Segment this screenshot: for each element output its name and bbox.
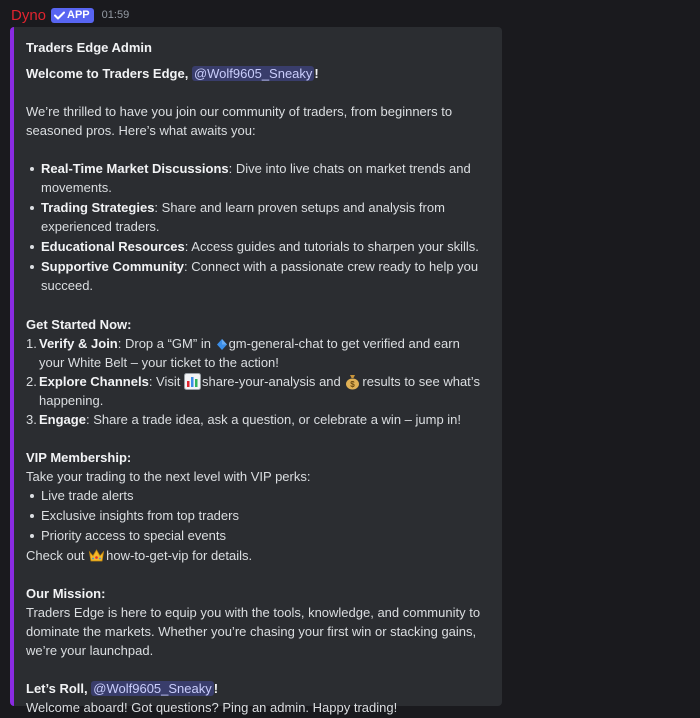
features-list: Real-Time Market Discussions: Dive into …: [26, 159, 488, 295]
step-text: : Drop a “GM” in: [117, 336, 211, 351]
message-timestamp[interactable]: 01:59: [102, 9, 130, 21]
intro-text: We’re thrilled to have you join our comm…: [26, 104, 453, 138]
feature-title: Real-Time Market Discussions: [41, 161, 229, 176]
vip-check-line: Check out how-to-get-vip for details.: [26, 546, 488, 565]
closing-line: Let’s Roll, @Wolf9605_Sneaky!: [26, 679, 488, 698]
vip-perks-list: Live trade alerts Exclusive insights fro…: [26, 486, 488, 545]
channel-link-share-your-analysis[interactable]: share-your-analysis: [184, 373, 316, 390]
user-mention[interactable]: @Wolf9605_Sneaky: [191, 66, 315, 81]
list-item: Priority access to special events: [26, 526, 488, 545]
welcome-suffix: !: [314, 66, 319, 81]
channel-name: share-your-analysis: [202, 374, 316, 389]
list-item: 3. Engage: Share a trade idea, ask a que…: [26, 410, 488, 429]
crown-emoji-icon: [89, 549, 105, 562]
app-badge-label: APP: [67, 9, 90, 21]
chart-emoji-icon: [184, 373, 201, 390]
closing-suffix: !: [213, 681, 219, 696]
channel-name: how-to-get-vip: [106, 548, 189, 563]
closing-prefix: Let’s Roll,: [26, 681, 88, 696]
embed-author: Traders Edge Admin: [26, 40, 152, 55]
feature-title: Trading Strategies: [41, 200, 155, 215]
step-number: 2.: [26, 374, 37, 389]
list-item: Educational Resources: Access guides and…: [26, 237, 488, 256]
verified-check-icon: [54, 11, 66, 19]
diamond-icon: [216, 339, 227, 350]
svg-text:$: $: [351, 380, 356, 389]
feature-title: Educational Resources: [41, 239, 185, 254]
list-item: 1. Verify & Join: Drop a “GM” in gm-gene…: [26, 334, 488, 372]
list-item: Live trade alerts: [26, 486, 488, 505]
channel-name: gm-general-chat: [228, 336, 324, 351]
closing-text: Welcome aboard! Got questions? Ping an a…: [26, 700, 398, 715]
step-title: Engage: [39, 412, 86, 427]
author-username[interactable]: Dyno: [11, 7, 46, 24]
step-number: 3.: [26, 412, 37, 427]
step-text: : Share a trade idea, ask a question, or…: [85, 412, 462, 427]
app-badge: APP: [51, 7, 94, 23]
feature-text: : Access guides and tutorials to sharpen…: [184, 239, 479, 254]
welcome-embed: Traders Edge Admin Welcome to Traders Ed…: [10, 27, 502, 715]
steps-list: 1. Verify & Join: Drop a “GM” in gm-gene…: [26, 334, 488, 429]
mission-text: Traders Edge is here to equip you with t…: [26, 605, 481, 658]
get-started-heading: Get Started Now:: [26, 315, 488, 334]
channel-name: results: [362, 374, 401, 389]
vip-check-prefix: Check out: [26, 548, 85, 563]
list-item: Trading Strategies: Share and learn prov…: [26, 198, 488, 236]
channel-link-how-to-get-vip[interactable]: how-to-get-vip: [88, 548, 189, 563]
feature-title: Supportive Community: [41, 259, 185, 274]
user-mention[interactable]: @Wolf9605_Sneaky: [91, 681, 214, 696]
mission-heading: Our Mission:: [26, 584, 488, 603]
vip-check-suffix: for details.: [192, 548, 253, 563]
message-header: Dyno APP 01:59: [11, 6, 129, 24]
welcome-line: Welcome to Traders Edge, @Wolf9605_Sneak…: [26, 64, 488, 83]
welcome-prefix: Welcome to Traders Edge,: [26, 66, 189, 81]
step-title: Verify & Join: [39, 336, 118, 351]
list-item: Real-Time Market Discussions: Dive into …: [26, 159, 488, 197]
vip-intro: Take your trading to the next level with…: [26, 469, 311, 484]
list-item: Exclusive insights from top traders: [26, 506, 488, 525]
step-text: : Visit: [148, 374, 181, 389]
step-number: 1.: [26, 336, 37, 351]
step-text: and: [319, 374, 341, 389]
embed-description: Welcome to Traders Edge, @Wolf9605_Sneak…: [26, 64, 488, 717]
mission-heading-text: Our Mission:: [26, 586, 106, 601]
vip-heading: VIP Membership:: [26, 448, 488, 467]
vip-heading-text: VIP Membership:: [26, 450, 132, 465]
channel-link-results[interactable]: $ results: [344, 374, 401, 390]
step-title: Explore Channels: [39, 374, 149, 389]
list-item: Supportive Community: Connect with a pas…: [26, 257, 488, 295]
get-started-heading-text: Get Started Now:: [26, 317, 132, 332]
channel-link-gm-general-chat[interactable]: gm-general-chat: [215, 336, 324, 351]
list-item: 2. Explore Channels: Visit share-your-an…: [26, 372, 488, 410]
money-bag-emoji-icon: $: [346, 375, 360, 390]
